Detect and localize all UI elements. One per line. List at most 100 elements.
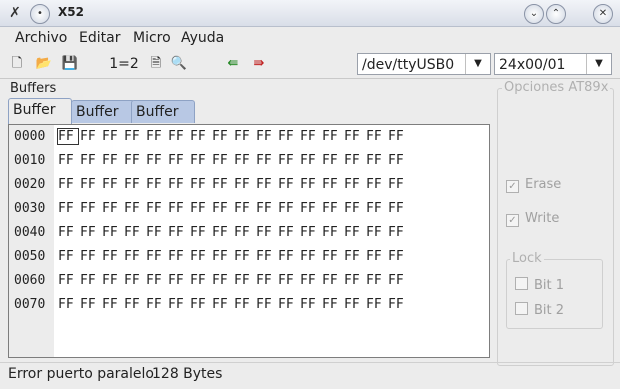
byte-cell[interactable]: FF [366, 225, 386, 240]
byte-cell[interactable]: FF [256, 153, 276, 168]
byte-cell[interactable]: FF [388, 225, 408, 240]
save-icon[interactable]: 💾 [60, 53, 80, 75]
byte-cell[interactable]: FF [168, 225, 188, 240]
byte-cell[interactable]: FF [278, 225, 298, 240]
byte-cell[interactable]: FF [300, 129, 320, 144]
device-select[interactable]: 24x00/01 ▼ [494, 53, 612, 75]
byte-cell[interactable]: FF [278, 249, 298, 264]
byte-cell[interactable]: FF [344, 249, 364, 264]
byte-cell[interactable]: FF [80, 201, 100, 216]
byte-cell[interactable]: FF [234, 297, 254, 312]
byte-cell[interactable]: FF [168, 297, 188, 312]
byte-cell[interactable]: FF [300, 225, 320, 240]
byte-cell[interactable]: FF [256, 225, 276, 240]
byte-cell[interactable]: FF [102, 225, 122, 240]
tab-buffer-3[interactable]: Buffer 3 [131, 100, 195, 142]
bit1-checkbox[interactable]: Bit 1 [515, 277, 564, 293]
byte-cell[interactable]: FF [366, 249, 386, 264]
byte-cell[interactable]: FF [234, 273, 254, 288]
byte-cell[interactable]: FF [388, 177, 408, 192]
byte-cell[interactable]: FF [322, 153, 342, 168]
menu-archivo[interactable]: Archivo [15, 30, 67, 46]
byte-cell[interactable]: FF [300, 201, 320, 216]
byte-cell[interactable]: FF [58, 273, 78, 288]
byte-cell[interactable]: FF [300, 153, 320, 168]
byte-cell[interactable]: FF [212, 249, 232, 264]
menu-editar[interactable]: Editar [79, 30, 120, 46]
byte-cell[interactable]: FF [212, 225, 232, 240]
byte-cell[interactable]: FF [256, 249, 276, 264]
open-folder-icon[interactable]: 📂 [34, 53, 54, 75]
byte-cell[interactable]: FF [80, 297, 100, 312]
new-file-icon[interactable]: 🗋 [8, 53, 26, 75]
byte-cell[interactable]: FF [190, 297, 210, 312]
byte-cell[interactable]: FF [344, 177, 364, 192]
byte-cell[interactable]: FF [344, 273, 364, 288]
byte-cell[interactable]: FF [322, 273, 342, 288]
byte-cell[interactable]: FF [168, 249, 188, 264]
byte-cell[interactable]: FF [278, 177, 298, 192]
byte-cell[interactable]: FF [146, 297, 166, 312]
byte-cell[interactable]: FF [102, 153, 122, 168]
byte-cell[interactable]: FF [234, 201, 254, 216]
byte-cell[interactable]: FF [278, 153, 298, 168]
window-menu-icon[interactable]: • [30, 4, 50, 24]
byte-cell[interactable]: FF [212, 153, 232, 168]
byte-cell[interactable]: FF [80, 153, 100, 168]
byte-cell[interactable]: FF [256, 177, 276, 192]
byte-cell[interactable]: FF [212, 129, 232, 144]
byte-cell[interactable]: FF [80, 225, 100, 240]
byte-cell[interactable]: FF [168, 273, 188, 288]
byte-cell[interactable]: FF [102, 273, 122, 288]
byte-cell[interactable]: FF [124, 177, 144, 192]
byte-cell[interactable]: FF [322, 129, 342, 144]
chevron-down-icon[interactable]: ▼ [586, 54, 611, 74]
byte-cell[interactable]: FF [190, 177, 210, 192]
byte-cell[interactable]: FF [234, 153, 254, 168]
byte-cell[interactable]: FF [344, 225, 364, 240]
byte-cell[interactable]: FF [124, 225, 144, 240]
byte-cell[interactable]: FF [190, 249, 210, 264]
byte-cell[interactable]: FF [344, 129, 364, 144]
byte-cell[interactable]: FF [58, 201, 78, 216]
byte-cell[interactable]: FF [124, 201, 144, 216]
byte-cell[interactable]: FF [344, 297, 364, 312]
byte-cell[interactable]: FF [322, 225, 342, 240]
byte-cell[interactable]: FF [102, 297, 122, 312]
byte-cell[interactable]: FF [322, 177, 342, 192]
byte-cell[interactable]: FF [168, 177, 188, 192]
byte-cell[interactable]: FF [300, 273, 320, 288]
hex-editor[interactable]: 0000 FF FF FF FF FF FF FF FF FF FF FF FF FF FF FF FF 0010… [8, 124, 490, 358]
chevron-down-icon[interactable]: ▼ [465, 54, 490, 74]
byte-cell[interactable]: FF [388, 273, 408, 288]
bit2-checkbox[interactable]: Bit 2 [515, 302, 564, 318]
byte-cell[interactable]: FF [190, 153, 210, 168]
erase-checkbox[interactable]: ✓ Erase [506, 177, 561, 193]
byte-cell[interactable]: FF [58, 177, 78, 192]
port-select[interactable]: /dev/ttyUSB0 ▼ [357, 53, 491, 75]
byte-cell[interactable]: FF [168, 153, 188, 168]
byte-cell[interactable]: FF [80, 177, 100, 192]
byte-cell[interactable]: FF [190, 129, 210, 144]
byte-cell[interactable]: FF [146, 273, 166, 288]
byte-cell[interactable]: FF [168, 201, 188, 216]
byte-cell[interactable]: FF [146, 129, 166, 144]
byte-cell[interactable]: FF [300, 297, 320, 312]
byte-cell[interactable]: FF [124, 297, 144, 312]
byte-cell[interactable]: FF [366, 273, 386, 288]
byte-cell[interactable]: FF [102, 129, 122, 144]
byte-cell[interactable]: FF [146, 177, 166, 192]
byte-cell[interactable]: FF [80, 273, 100, 288]
byte-cell[interactable]: FF [234, 225, 254, 240]
byte-cell[interactable]: FF [102, 177, 122, 192]
byte-cell[interactable]: FF [388, 297, 408, 312]
byte-cell[interactable]: FF [146, 153, 166, 168]
byte-cell[interactable]: FF [212, 273, 232, 288]
byte-cell[interactable]: FF [58, 153, 78, 168]
menu-micro[interactable]: Micro [133, 30, 171, 46]
byte-cell[interactable]: FF [344, 201, 364, 216]
byte-cell[interactable]: FF [388, 201, 408, 216]
byte-cell[interactable]: FF [322, 249, 342, 264]
byte-cell[interactable]: FF [212, 177, 232, 192]
byte-cell[interactable]: FF [278, 129, 298, 144]
